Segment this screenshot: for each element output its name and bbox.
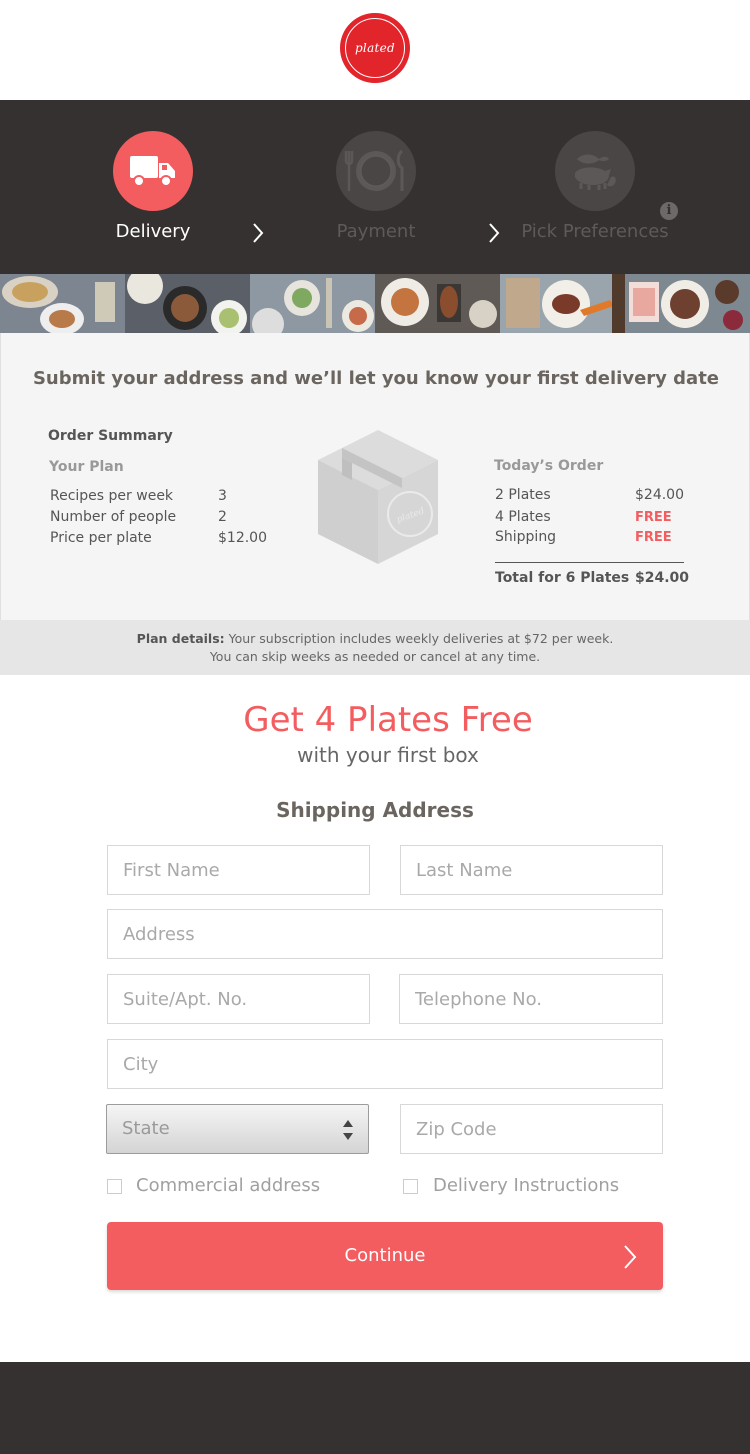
select-arrows-icon	[343, 1120, 353, 1140]
plan-row-value: $12.00	[218, 530, 267, 546]
zip-code-input[interactable]	[400, 1104, 663, 1154]
summary-headline: Submit your address and we’ll let you kn…	[32, 368, 720, 389]
promo-title: Get 4 Plates Free	[243, 700, 533, 740]
step-pick-preferences[interactable]	[555, 131, 635, 211]
plan-details-label: Plan details:	[136, 631, 225, 646]
step-label-pick-preferences[interactable]: Pick Preferences	[520, 221, 670, 242]
order-row-label: 4 Plates	[495, 509, 551, 525]
plan-row-value: 3	[218, 488, 227, 504]
footer	[0, 1362, 750, 1454]
step-label-delivery[interactable]: Delivery	[103, 221, 203, 242]
food-photo	[250, 274, 375, 333]
city-input[interactable]	[107, 1039, 663, 1089]
plan-row-value: 2	[218, 509, 227, 525]
order-summary-title: Order Summary	[48, 428, 173, 444]
state-select[interactable]: State	[106, 1104, 369, 1154]
plated-logo[interactable]: plated	[340, 13, 410, 83]
plan-row-label: Recipes per week	[50, 488, 174, 504]
logo-ring: plated	[345, 18, 405, 78]
commercial-address-checkbox[interactable]	[107, 1179, 122, 1194]
promo-subtitle: with your first box	[297, 743, 479, 767]
order-row-label: Shipping	[495, 529, 557, 545]
suite-input[interactable]	[107, 974, 370, 1024]
order-divider	[495, 562, 684, 563]
order-total-value: $24.00	[635, 570, 690, 586]
continue-label: Continue	[344, 1245, 426, 1266]
order-total-label: Total for 6 Plates	[495, 570, 630, 586]
food-photo	[375, 274, 500, 333]
truck-icon	[130, 156, 175, 187]
step-label-payment[interactable]: Payment	[326, 221, 426, 242]
chevron-right-icon	[489, 223, 500, 243]
address-input[interactable]	[107, 909, 663, 959]
plan-details-line1: Your subscription includes weekly delive…	[224, 631, 614, 646]
top-header: plated	[0, 0, 750, 100]
chevron-right-icon	[253, 223, 264, 243]
order-row-free: FREE	[635, 510, 672, 525]
order-summary-section: Submit your address and we’ll let you kn…	[0, 333, 750, 620]
order-row-free: FREE	[635, 530, 672, 545]
food-photo	[125, 274, 250, 333]
food-photo	[625, 274, 750, 333]
chevron-right-icon	[624, 1245, 637, 1269]
plan-row-label: Price per plate	[50, 530, 152, 546]
step-payment[interactable]	[336, 131, 416, 211]
first-name-input[interactable]	[107, 845, 370, 895]
food-photo	[0, 274, 125, 333]
food-photo-strip	[0, 274, 750, 333]
order-row-value: $24.00	[635, 487, 684, 503]
last-name-input[interactable]	[400, 845, 663, 895]
continue-button[interactable]: Continue	[107, 1222, 663, 1290]
checkout-steps: Delivery Payment Pick Preferences i	[0, 100, 750, 274]
plan-row-label: Number of people	[50, 509, 177, 525]
plan-details-line2: You can skip weeks as needed or cancel a…	[209, 649, 541, 664]
your-plan-title: Your Plan	[49, 459, 124, 475]
shipping-address-title: Shipping Address	[276, 798, 474, 822]
delivery-instructions-checkbox[interactable]	[403, 1179, 418, 1194]
food-photo	[500, 274, 625, 333]
telephone-input[interactable]	[399, 974, 663, 1024]
animals-icon	[575, 154, 616, 190]
order-row-label: 2 Plates	[495, 487, 551, 503]
delivery-box-icon: plated	[318, 430, 438, 564]
commercial-address-label[interactable]: Commercial address	[136, 1175, 320, 1196]
plan-details: Plan details: Your subscription includes…	[0, 620, 750, 675]
delivery-instructions-label[interactable]: Delivery Instructions	[433, 1175, 619, 1196]
state-select-value: State	[122, 1118, 170, 1139]
todays-order-title: Today’s Order	[494, 458, 604, 474]
step-delivery[interactable]	[113, 131, 193, 211]
logo-text: plated	[354, 41, 396, 55]
plate-fork-knife-icon	[344, 149, 404, 191]
info-icon[interactable]: i	[660, 202, 678, 220]
